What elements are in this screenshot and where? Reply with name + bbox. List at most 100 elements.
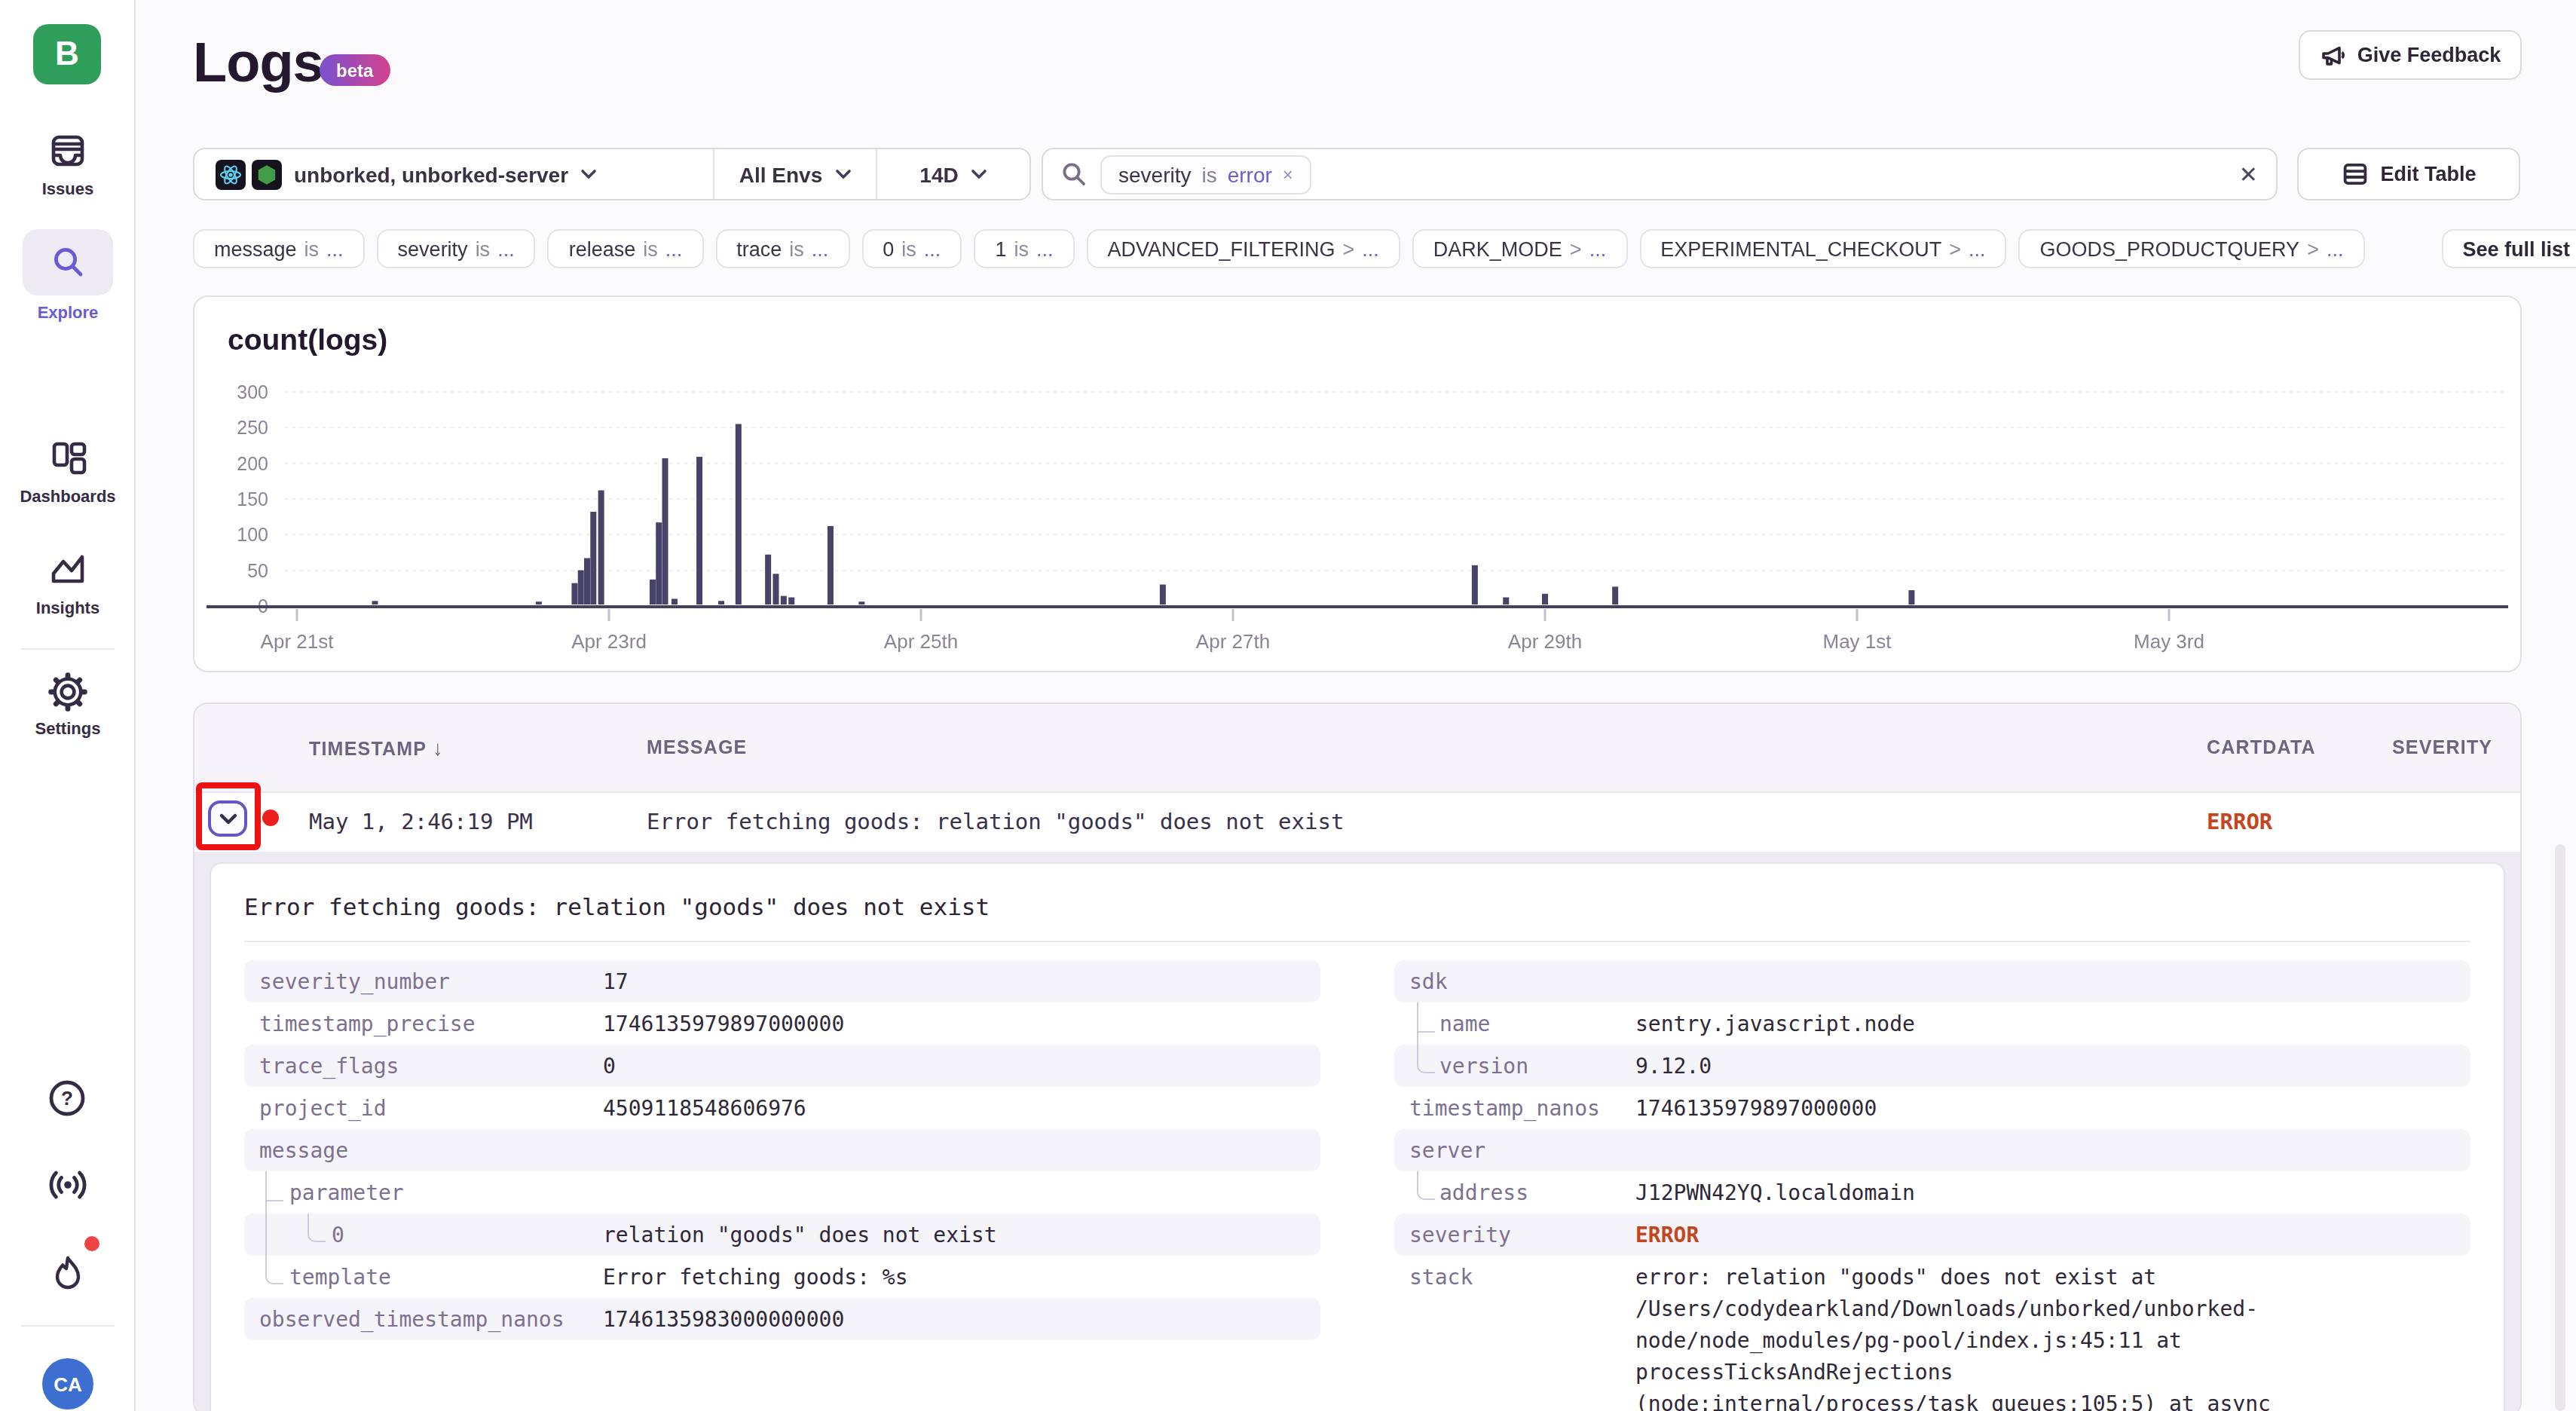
dashboards-icon: [47, 437, 89, 479]
bar: [765, 555, 771, 604]
search-filter-chip[interactable]: severity is error ×: [1100, 155, 1311, 194]
detail-row: observed_timestamp_nanos1746135983000000…: [244, 1298, 1320, 1340]
log-detail-card: Error fetching goods: relation "goods" d…: [210, 862, 2505, 1411]
chip-text: severity: [398, 237, 468, 260]
project-selector-label: unborked, unborked-server: [294, 162, 568, 186]
bar: [1612, 586, 1618, 604]
bar: [788, 598, 794, 604]
chart-panel: 050100150200250300Apr 21stApr 23rdApr 25…: [193, 295, 2522, 672]
flame-icon: [47, 1253, 89, 1295]
detail-row: parameter: [244, 1171, 1320, 1214]
issues-icon: [47, 130, 89, 172]
chevron-down-icon: [834, 169, 851, 179]
megaphone-icon: [2320, 41, 2347, 69]
sidebar-item-issues[interactable]: Issues: [0, 130, 136, 197]
detail-left-table: severity_number17timestamp_precise174613…: [244, 960, 1320, 1411]
filter-chip[interactable]: messageis...: [193, 229, 365, 268]
broadcast-button[interactable]: [47, 1164, 89, 1212]
detail-row: namesentry.javascript.node: [1394, 1002, 2470, 1045]
chip-remove-icon[interactable]: ×: [1283, 164, 1293, 185]
bar: [590, 512, 596, 604]
search-input[interactable]: severity is error × ✕: [1042, 148, 2278, 200]
edit-table-label: Edit Table: [2380, 163, 2476, 185]
chip-text: is: [476, 237, 491, 260]
detail-value: 1746135979897000000: [603, 1002, 1320, 1045]
sidebar-item-dashboards[interactable]: Dashboards: [0, 437, 136, 505]
bar: [656, 522, 662, 604]
bar: [584, 558, 590, 604]
filter-chip[interactable]: releaseis...: [548, 229, 704, 268]
filter-chip[interactable]: DARK_MODE>...: [1412, 229, 1627, 268]
whats-new-button[interactable]: [47, 1253, 89, 1301]
detail-key: template: [244, 1256, 391, 1298]
chip-text: EXPERIMENTAL_CHECKOUT: [1660, 237, 1941, 260]
detail-row: timestamp_precise1746135979897000000: [244, 1002, 1320, 1045]
filter-chip[interactable]: ADVANCED_FILTERING>...: [1086, 229, 1400, 268]
sidebar-item-insights[interactable]: Insights: [0, 549, 136, 617]
sidebar-item-settings[interactable]: Settings: [0, 672, 136, 737]
bar: [1503, 598, 1509, 604]
chip-text: is: [304, 237, 320, 260]
chip-text: is: [901, 237, 916, 260]
detail-row: stackerror: relation "goods" does not ex…: [1394, 1256, 2470, 1411]
sidebar-item-label: Issues: [42, 179, 94, 197]
table-header: TIMESTAMP ↓ MESSAGE CARTDATA SEVERITY: [194, 704, 2520, 793]
column-header-timestamp[interactable]: TIMESTAMP ↓: [309, 704, 443, 794]
filter-chip[interactable]: traceis...: [715, 229, 849, 268]
avatar[interactable]: CA: [42, 1358, 93, 1409]
detail-key: severity_number: [244, 960, 450, 1002]
help-button[interactable]: ?: [47, 1078, 87, 1125]
filter-chip[interactable]: GOODS_PRODUCTQUERY>...: [2019, 229, 2365, 268]
sidebar-item-explore[interactable]: Explore: [0, 229, 136, 321]
chip-text: >: [1949, 237, 1961, 260]
detail-row: templateError fetching goods: %s: [244, 1256, 1320, 1298]
svg-text:Apr 25th: Apr 25th: [884, 630, 958, 653]
chip-text: is: [643, 237, 658, 260]
bar: [718, 601, 724, 604]
detail-value: 0: [603, 1045, 1320, 1087]
chip-text: trace: [736, 237, 782, 260]
edit-table-button[interactable]: Edit Table: [2297, 148, 2520, 200]
column-header-cartdata[interactable]: CARTDATA: [2207, 704, 2316, 793]
detail-divider: [244, 941, 2470, 942]
search-icon: [1061, 161, 1087, 187]
help-icon: ?: [47, 1078, 87, 1119]
detail-row: timestamp_nanos1746135979897000000: [1394, 1087, 2470, 1129]
bar: [1542, 594, 1548, 604]
environment-selector[interactable]: All Envs: [713, 149, 876, 199]
detail-row: project_id4509118548606976: [244, 1087, 1320, 1129]
filter-chip[interactable]: 1is...: [974, 229, 1074, 268]
log-row[interactable]: May 1, 2:46:19 PM Error fetching goods: …: [194, 793, 2520, 852]
detail-key: timestamp_nanos: [1394, 1087, 1600, 1129]
node-project-icon: [252, 159, 282, 189]
chip-text: >: [1343, 237, 1355, 260]
gear-icon: [48, 672, 87, 712]
detail-row: message: [244, 1129, 1320, 1171]
give-feedback-button[interactable]: Give Feedback: [2299, 30, 2522, 80]
chip-text: ...: [2327, 237, 2344, 260]
chip-text: is: [1014, 237, 1029, 260]
bar: [578, 571, 584, 604]
search-icon: [48, 243, 87, 282]
log-timestamp: May 1, 2:46:19 PM: [309, 793, 533, 852]
scrollbar[interactable]: [2555, 844, 2565, 1411]
see-full-list-button[interactable]: See full list: [2441, 229, 2576, 268]
clear-search-icon[interactable]: ✕: [2239, 161, 2258, 188]
project-selector[interactable]: unborked, unborked-server: [194, 149, 713, 199]
filter-chip[interactable]: 0is...: [861, 229, 962, 268]
chip-text: 0: [883, 237, 894, 260]
bar: [772, 574, 779, 604]
bar: [736, 424, 742, 604]
org-logo[interactable]: B: [33, 24, 101, 84]
filter-chip[interactable]: EXPERIMENTAL_CHECKOUT>...: [1639, 229, 2006, 268]
sidebar-item-label: Explore: [38, 303, 99, 321]
insights-icon: [47, 549, 89, 591]
period-selector[interactable]: 14D: [876, 149, 1029, 199]
chip-text: ...: [326, 237, 344, 260]
filter-chip[interactable]: severityis...: [377, 229, 536, 268]
column-header-message[interactable]: MESSAGE: [647, 704, 747, 793]
bar: [372, 601, 378, 604]
sidebar-divider: [21, 1325, 115, 1327]
detail-value: sentry.javascript.node: [1635, 1002, 2470, 1045]
column-header-severity[interactable]: SEVERITY: [2392, 704, 2492, 793]
